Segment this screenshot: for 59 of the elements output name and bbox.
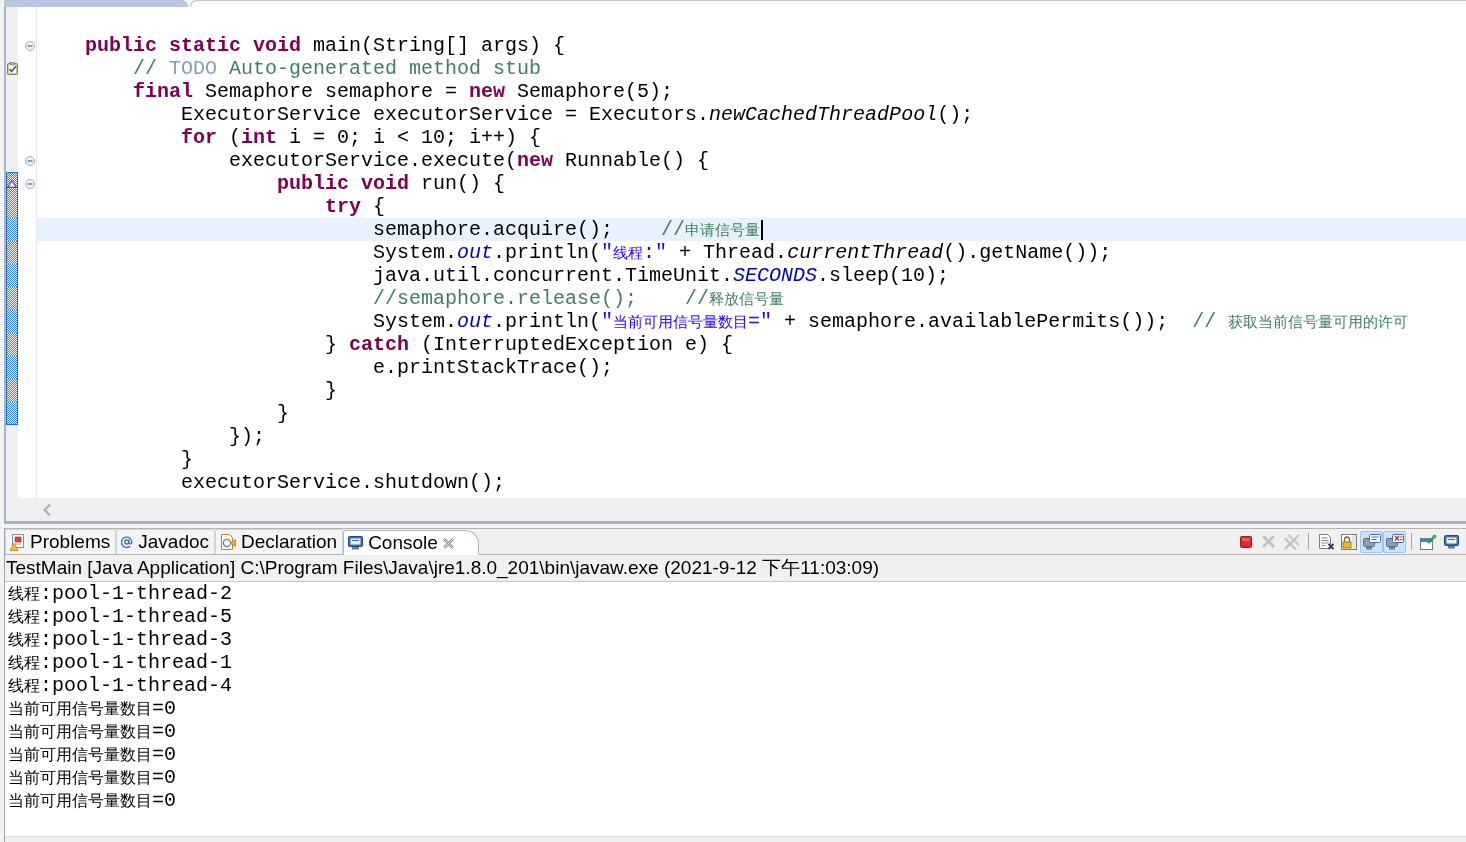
toolbar-button[interactable] [1383,530,1406,553]
code-line: ExecutorService executorService = Executors.newCachedThreadPool(); [181,103,974,126]
triangle-icon [7,180,17,188]
cross-icon [1262,535,1275,548]
horizontal-scrollbar[interactable] [6,498,1466,521]
at-sign-icon [121,536,134,548]
code-line: executorService.execute(new Runnable() { [229,149,710,172]
console-line: 当前可用信号量数目=0 [8,766,176,789]
code-line: semaphore.acquire(); //申请信号量 [373,217,761,242]
console-line: 线程:pool-1-thread-3 [8,628,233,651]
code-line: } [325,379,337,402]
code-line: // TODO Auto-generated method stub [133,57,542,80]
monitor-icon [348,536,364,550]
document-arrow-icon [220,533,237,551]
code-line: for (int i = 0; i < 10; i++) { [181,126,542,149]
monitor-icon [1444,534,1459,549]
console-line: 线程:pool-1-thread-4 [8,674,233,697]
console-line: 线程:pool-1-thread-2 [8,582,233,605]
console-line: 当前可用信号量数目=0 [8,743,176,766]
code-line: } [277,402,289,425]
code-line: } [181,448,193,471]
panel-tab[interactable]: Console [343,530,479,555]
monitor-message-icon [1362,533,1381,550]
horizontal-scrollbar[interactable] [5,836,1466,842]
panel-tab[interactable]: Javadoc [116,529,216,554]
console-line: 当前可用信号量数目=0 [8,789,176,812]
console-header: TestMain [Java Application] C:\Program Files\Java\jre1.8.0_201\bin\javaw.exe (2021-9-12 下午11:03:09) [6,555,880,581]
code-line: System.out.println("当前可用信号量数目=" + semaphore.availablePermits()); // 获取当前信号量可用的许可 [373,309,1409,334]
code-line: System.out.println("线程:" + Thread.currentThread().getName()); [373,240,1112,265]
close-icon[interactable] [442,537,454,549]
code-line: public static void main(String[] args) { [85,34,566,57]
collapse-icon[interactable] [25,178,35,189]
code-line: executorService.shutdown(); [181,471,506,494]
code-line: final Semaphore semaphore = new Semaphore(5); [133,80,674,103]
chevron-left-icon[interactable] [42,502,52,517]
monitor-error-icon [1385,533,1404,550]
code-line: }); [229,425,265,448]
text-cursor [761,219,764,240]
console-line: 当前可用信号量数目=0 [8,697,176,720]
code-line: public void run() { [277,172,506,195]
panel-tab[interactable]: Problems [5,529,117,554]
document-warning-icon [10,533,25,551]
stop-icon [1239,535,1252,548]
code-line: //semaphore.release(); //释放信号量 [373,286,785,311]
code-line: try { [325,195,386,218]
console-line: 线程:pool-1-thread-5 [8,605,233,628]
console-line: 线程:pool-1-thread-1 [8,651,233,674]
double-cross-icon [1283,533,1300,550]
code-line: e.printStackTrace(); [373,356,614,379]
code-line: } catch (InterruptedException e) { [325,333,734,356]
console-line: 当前可用信号量数目=0 [8,720,176,743]
code-line: java.util.concurrent.TimeUnit.SECONDS.sleep(10); [373,264,950,287]
toolbar-button[interactable] [1360,530,1383,553]
collapse-icon[interactable] [25,155,35,166]
lock-icon [1340,533,1357,550]
collapse-icon[interactable] [25,40,35,51]
window-pin-icon [1420,533,1437,550]
panel-tab[interactable]: Declaration [215,529,344,554]
document-cross-icon [1317,533,1334,550]
